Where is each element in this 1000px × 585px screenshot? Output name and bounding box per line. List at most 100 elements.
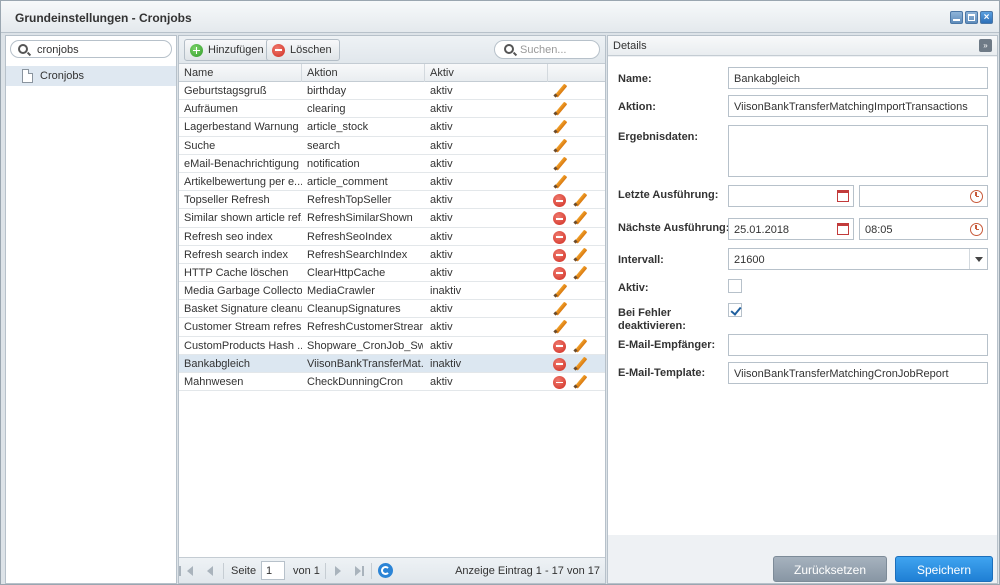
active-label: Aktiv: [618,282,649,294]
delete-row-icon[interactable] [553,376,566,389]
row-active-cell: aktiv [430,212,453,225]
row-name-cell: HTTP Cache löschen [184,266,289,279]
close-button[interactable]: × [980,11,993,24]
first-page-icon[interactable] [179,566,193,576]
row-action-cell: article_comment [307,175,388,188]
table-row[interactable]: Basket Signature cleanup CleanupSignature… [179,300,605,319]
table-row[interactable]: eMail-Benachrichtigung notification aktiv [179,155,605,173]
row-active-cell: inaktiv [430,285,462,298]
reset-button[interactable]: Zurücksetzen [773,556,887,582]
calendar-icon[interactable] [837,223,849,235]
last-run-time-field[interactable] [859,185,988,207]
last-run-date-field[interactable] [728,185,854,207]
window-controls: × [950,11,993,24]
chevron-down-icon[interactable] [969,249,987,269]
edit-pencil-icon[interactable] [573,230,587,244]
table-row[interactable]: Customer Stream refresh RefreshCustomerSt… [179,318,605,337]
table-row[interactable]: Similar shown article ref... RefreshSimil… [179,209,605,228]
row-active-cell: aktiv [430,339,453,352]
delete-button[interactable]: Löschen [266,39,340,61]
table-row[interactable]: Lagerbestand Warnung article_stock aktiv [179,118,605,137]
edit-pencil-icon[interactable] [553,302,567,316]
edit-pencil-icon[interactable] [573,211,587,225]
table-row[interactable]: Topseller Refresh RefreshTopSeller aktiv [179,191,605,210]
row-name-cell: Artikelbewertung per e... [184,175,302,188]
active-checkbox[interactable] [728,279,742,293]
result-data-label: Ergebnisdaten: [618,131,699,143]
delete-row-icon[interactable] [553,339,566,353]
window-title: Grundeinstellungen - Cronjobs [15,11,192,25]
collapse-panel-icon[interactable]: » [979,39,992,52]
grid-search-input[interactable]: Suchen... [494,40,600,59]
edit-pencil-icon[interactable] [573,339,587,353]
tree-search-input[interactable]: cronjobs [10,40,172,58]
delete-row-icon[interactable] [553,194,566,208]
row-active-cell: aktiv [430,303,453,316]
clock-icon[interactable] [970,190,983,203]
window-titlebar[interactable]: Grundeinstellungen - Cronjobs × [1,1,999,33]
action-field[interactable]: ViisonBankTransferMatchingImportTransact… [728,95,988,117]
delete-row-icon[interactable] [553,212,566,226]
disable-on-error-checkbox[interactable] [728,303,742,317]
cronjob-grid-panel: Hinzufügen Löschen Suchen... Name Aktion… [178,35,606,584]
next-page-icon[interactable] [335,566,341,576]
edit-pencil-icon[interactable] [573,248,587,262]
edit-pencil-icon[interactable] [553,120,567,134]
edit-pencil-icon[interactable] [573,193,587,207]
delete-row-icon[interactable] [553,248,566,262]
column-header-name[interactable]: Name [179,64,302,82]
minimize-button[interactable] [950,11,963,24]
interval-select[interactable]: 21600 [728,248,988,270]
row-name-cell: Mahnwesen [184,376,244,388]
row-name-cell: Similar shown article ref... [184,212,302,225]
result-data-textarea[interactable] [728,125,988,177]
table-row[interactable]: Aufräumen clearing aktiv [179,100,605,119]
maximize-button[interactable] [965,11,978,24]
edit-pencil-icon[interactable] [553,84,567,98]
column-header-active[interactable]: Aktiv [425,64,548,82]
table-row[interactable]: Geburtstagsgruß birthday aktiv [179,82,605,101]
delete-row-icon[interactable] [553,266,566,280]
table-row[interactable]: Refresh search index RefreshSearchIndex ak… [179,246,605,264]
edit-pencil-icon[interactable] [573,266,587,280]
email-recipient-field[interactable] [728,334,988,356]
tree-node-cronjobs[interactable]: Cronjobs [6,66,176,86]
table-row[interactable]: Mahnwesen CheckDunningCron aktiv [179,373,605,392]
delete-row-icon[interactable] [553,357,566,371]
edit-pencil-icon[interactable] [553,284,567,298]
refresh-icon[interactable] [378,563,393,578]
edit-pencil-icon[interactable] [553,175,567,189]
page-number-input[interactable]: 1 [261,561,285,580]
save-button[interactable]: Speichern [895,556,993,582]
edit-pencil-icon[interactable] [553,102,567,116]
table-row[interactable]: CustomProducts Hash ... Shopware_CronJob_… [179,337,605,355]
edit-pencil-icon[interactable] [553,157,567,171]
edit-pencil-icon[interactable] [573,375,587,389]
calendar-icon[interactable] [837,190,849,202]
row-active-cell: aktiv [430,139,453,152]
grid-search-placeholder: Suchen... [520,44,567,56]
add-button[interactable]: Hinzufügen [184,39,272,61]
edit-pencil-icon[interactable] [553,139,567,153]
next-run-time-field[interactable]: 08:05 [859,218,988,240]
edit-pencil-icon[interactable] [573,357,587,371]
row-action-cell: search [307,139,341,152]
row-active-cell: aktiv [430,103,453,116]
row-name-cell: CustomProducts Hash ... [184,339,302,352]
row-active-cell: aktiv [430,321,453,334]
clock-icon[interactable] [970,223,983,236]
table-row[interactable]: Media Garbage Collector MediaCrawler inakt… [179,282,605,301]
email-template-field[interactable]: ViisonBankTransferMatchingCronJobReport [728,362,988,384]
next-run-date-field[interactable]: 25.01.2018 [728,218,854,240]
name-field[interactable]: Bankabgleich [728,67,988,89]
table-row[interactable]: Bankabgleich ViisonBankTransferMat... inak… [179,354,605,373]
table-row[interactable]: Suche search aktiv [179,137,605,155]
column-header-action[interactable]: Aktion [302,64,425,82]
table-row[interactable]: Artikelbewertung per e... article_comment… [179,173,605,192]
table-row[interactable]: Refresh seo index RefreshSeoIndex aktiv [179,228,605,246]
last-page-icon[interactable] [355,566,364,576]
table-row[interactable]: HTTP Cache löschen ClearHttpCache aktiv [179,264,605,283]
edit-pencil-icon[interactable] [553,320,567,334]
delete-row-icon[interactable] [553,230,566,244]
previous-page-icon[interactable] [207,566,213,576]
